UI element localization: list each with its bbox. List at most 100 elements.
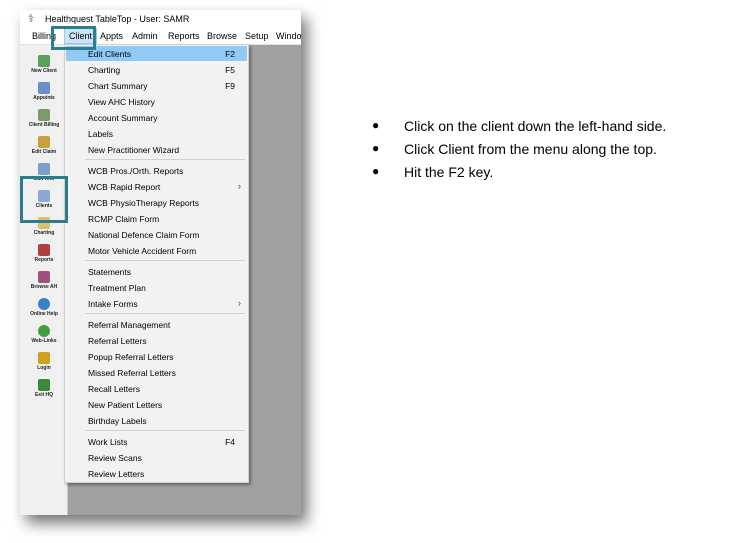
menu-item-view-ahc-history[interactable]: View AHC History — [66, 94, 247, 109]
toolbar-label: Edit Claim — [31, 149, 57, 155]
menu-item-label: Treatment Plan — [88, 283, 146, 293]
menu-setup[interactable]: Setup — [245, 31, 269, 41]
menu-appts[interactable]: Appts — [100, 31, 123, 41]
menu-item-review-letters[interactable]: Review Letters — [66, 466, 247, 481]
help-icon — [38, 298, 50, 310]
edit-history-icon — [38, 163, 50, 175]
menu-item-label: New Practitioner Wizard — [88, 145, 180, 155]
menu-item-review-scans[interactable]: Review Scans — [66, 450, 247, 465]
menu-item-label: Referral Letters — [88, 336, 147, 346]
toolbar-exit-button[interactable]: Exit HQ — [22, 379, 66, 404]
key-icon — [38, 352, 50, 364]
menu-item-work-lists[interactable]: Work Lists F4 — [66, 434, 247, 449]
toolbar-label: Charting — [33, 230, 55, 236]
toolbar-reports-button[interactable]: Reports — [22, 244, 66, 269]
menu-item-chart-summary[interactable]: Chart Summary F9 — [66, 78, 247, 93]
browse-icon — [38, 271, 50, 283]
app-icon: ⚕ — [28, 13, 34, 25]
menu-item-label: View AHC History — [88, 97, 155, 107]
menu-item-label: Intake Forms — [88, 299, 138, 309]
menu-item-charting[interactable]: Charting F5 — [66, 62, 247, 77]
instruction-text: Hit the F2 key. — [404, 164, 494, 180]
menu-item-label: National Defence Claim Form — [88, 230, 200, 240]
menu-admin[interactable]: Admin — [132, 31, 158, 41]
toolbar-web-links-button[interactable]: Web-Links — [22, 325, 66, 350]
menu-item-label: Review Scans — [88, 453, 142, 463]
toolbar-new-client-button[interactable]: New Client — [22, 55, 66, 80]
menu-item-label: Motor Vehicle Accident Form — [88, 246, 197, 256]
menu-item-birthday-labels[interactable]: Birthday Labels — [66, 413, 247, 428]
menu-item-label: New Patient Letters — [88, 400, 163, 410]
menu-item-referral-letters[interactable]: Referral Letters — [66, 333, 247, 348]
toolbar-label: New Client — [31, 68, 57, 74]
menu-reports[interactable]: Reports — [168, 31, 200, 41]
edit-claim-icon — [38, 136, 50, 148]
client-billing-icon — [38, 109, 50, 121]
menu-item-rcmp-claim-form[interactable]: RCMP Claim Form — [66, 211, 247, 226]
window-title: Healthquest TableTop - User: SAMR — [45, 14, 190, 24]
menu-item-national-defence-claim-form[interactable]: National Defence Claim Form — [66, 227, 247, 242]
menu-item-intake-forms[interactable]: Intake Forms › — [66, 296, 247, 311]
chevron-right-icon: › — [238, 298, 241, 308]
menu-separator — [85, 430, 245, 431]
menu-item-account-summary[interactable]: Account Summary — [66, 110, 247, 125]
instruction-text: Click Client from the menu along the top… — [404, 141, 657, 157]
menu-item-recall-letters[interactable]: Recall Letters — [66, 381, 247, 396]
exit-icon — [38, 379, 50, 391]
reports-icon — [38, 244, 50, 256]
client-dropdown-menu: Edit Clients F2 Charting F5 Chart Summar… — [64, 44, 249, 483]
side-toolbar: New Client Appoints Client Billing Edit … — [20, 45, 68, 515]
menu-item-missed-referral-letters[interactable]: Missed Referral Letters — [66, 365, 247, 380]
toolbar-client-billing-button[interactable]: Client Billing — [22, 109, 66, 134]
menu-browse[interactable]: Browse — [207, 31, 237, 41]
menu-item-label: Referral Management — [88, 320, 171, 330]
toolbar-label: Online Help — [30, 311, 58, 317]
menu-item-popup-referral-letters[interactable]: Popup Referral Letters — [66, 349, 247, 364]
menu-item-statements[interactable]: Statements — [66, 264, 247, 279]
menu-item-wcb-pros-orth-reports[interactable]: WCB Pros./Orth. Reports — [66, 163, 247, 178]
menu-item-label: Charting — [88, 65, 121, 75]
new-client-icon — [38, 55, 50, 67]
bullet-icon: ● — [372, 141, 380, 155]
menu-separator — [85, 313, 245, 314]
bullet-icon: ● — [372, 118, 380, 132]
menu-window[interactable]: Window — [276, 31, 301, 41]
menu-item-label: Missed Referral Letters — [88, 368, 176, 378]
menu-item-wcb-rapid-report[interactable]: WCB Rapid Report › — [66, 179, 247, 194]
client-menu-highlight-box — [51, 26, 96, 50]
toolbar-label: Web-Links — [31, 338, 57, 344]
chevron-right-icon: › — [238, 181, 241, 191]
menu-item-label: WCB PhysioTherapy Reports — [88, 198, 200, 208]
menu-item-label: Popup Referral Letters — [88, 352, 174, 362]
menu-item-label: Statements — [88, 267, 131, 277]
menu-item-labels[interactable]: Labels — [66, 126, 247, 141]
menu-item-shortcut: F9 — [225, 81, 235, 91]
bullet-icon: ● — [372, 164, 380, 178]
toolbar-appointments-button[interactable]: Appoints — [22, 82, 66, 107]
toolbar-label: Appoints — [33, 95, 55, 101]
menu-separator — [85, 159, 245, 160]
menu-item-referral-management[interactable]: Referral Management — [66, 317, 247, 332]
menu-item-motor-vehicle-accident-form[interactable]: Motor Vehicle Accident Form — [66, 243, 247, 258]
toolbar-browse-button[interactable]: Browse AH — [22, 271, 66, 296]
menu-item-new-patient-letters[interactable]: New Patient Letters — [66, 397, 247, 412]
menu-item-wcb-physiotherapy-reports[interactable]: WCB PhysioTherapy Reports — [66, 195, 247, 210]
toolbar-online-help-button[interactable]: Online Help — [22, 298, 66, 323]
menu-item-new-practitioner-wizard[interactable]: New Practitioner Wizard — [66, 142, 247, 157]
menu-item-shortcut: F2 — [225, 49, 235, 59]
menu-separator — [85, 260, 245, 261]
instruction-text: Click on the client down the left-hand s… — [404, 118, 667, 134]
menu-item-label: Birthday Labels — [88, 416, 147, 426]
menu-item-shortcut: F5 — [225, 65, 235, 75]
toolbar-label: Browse AH — [30, 284, 58, 290]
menu-item-treatment-plan[interactable]: Treatment Plan — [66, 280, 247, 295]
toolbar-login-button[interactable]: Login — [22, 352, 66, 377]
menu-item-label: WCB Rapid Report — [88, 182, 161, 192]
toolbar-edit-claim-button[interactable]: Edit Claim — [22, 136, 66, 161]
toolbar-label: Login — [37, 365, 51, 371]
menu-item-label: Work Lists — [88, 437, 128, 447]
menu-item-shortcut: F4 — [225, 437, 235, 447]
menu-item-label: Labels — [88, 129, 114, 139]
menu-item-label: Recall Letters — [88, 384, 140, 394]
toolbar-label: Exit HQ — [34, 392, 54, 398]
